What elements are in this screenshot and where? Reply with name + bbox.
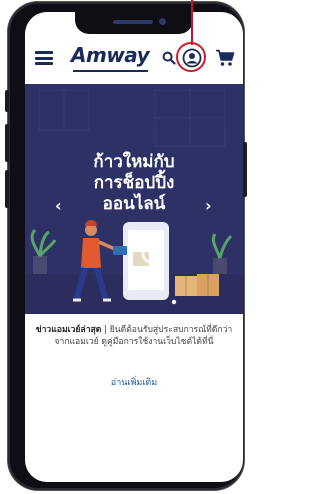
promo-banner[interactable]: ก้าวใหม่กับ การช็อปปิ้ง ออนไลน์ ‹ ›	[25, 84, 243, 314]
amway-logo[interactable]: Amway	[71, 43, 150, 67]
phone-notch	[75, 12, 193, 34]
read-more-link[interactable]: อ่านเพิ่มเติม	[25, 375, 243, 389]
news-heading: ข่าวแอมเวย์ล่าสุด	[35, 325, 102, 335]
phone-frame: Amway ก้าวใหม่กับ การช็อปปิ้ง ออนไลน์ ‹ …	[5, 2, 247, 490]
phone-volume-down-button	[5, 170, 9, 208]
site-header: Amway	[25, 34, 243, 84]
front-camera	[159, 18, 166, 25]
phone-side-button	[5, 90, 9, 112]
carousel-prev-arrow[interactable]: ‹	[55, 196, 62, 215]
phone-volume-up-button	[5, 124, 9, 162]
phone-screen: Amway ก้าวใหม่กับ การช็อปปิ้ง ออนไลน์ ‹ …	[25, 12, 243, 482]
banner-title-line: การช็อปปิ้ง	[93, 173, 175, 193]
logo-underline	[73, 70, 148, 72]
speaker-grille	[113, 20, 153, 24]
cart-icon[interactable]	[215, 49, 235, 67]
search-icon[interactable]	[162, 51, 176, 65]
phone-power-button	[243, 142, 247, 197]
news-text: ข่าวแอมเวย์ล่าสุด | ยินดีต้อนรับสู่ประสบ…	[31, 324, 237, 348]
carousel-dots[interactable]	[171, 299, 191, 305]
news-separator: |	[104, 325, 107, 335]
menu-icon[interactable]	[35, 51, 53, 65]
account-icon[interactable]	[182, 48, 202, 68]
banner-title-line: ก้าวใหม่กับ	[93, 152, 175, 172]
highlight-pointer-line	[191, 0, 193, 45]
carousel-next-arrow[interactable]: ›	[205, 196, 212, 215]
